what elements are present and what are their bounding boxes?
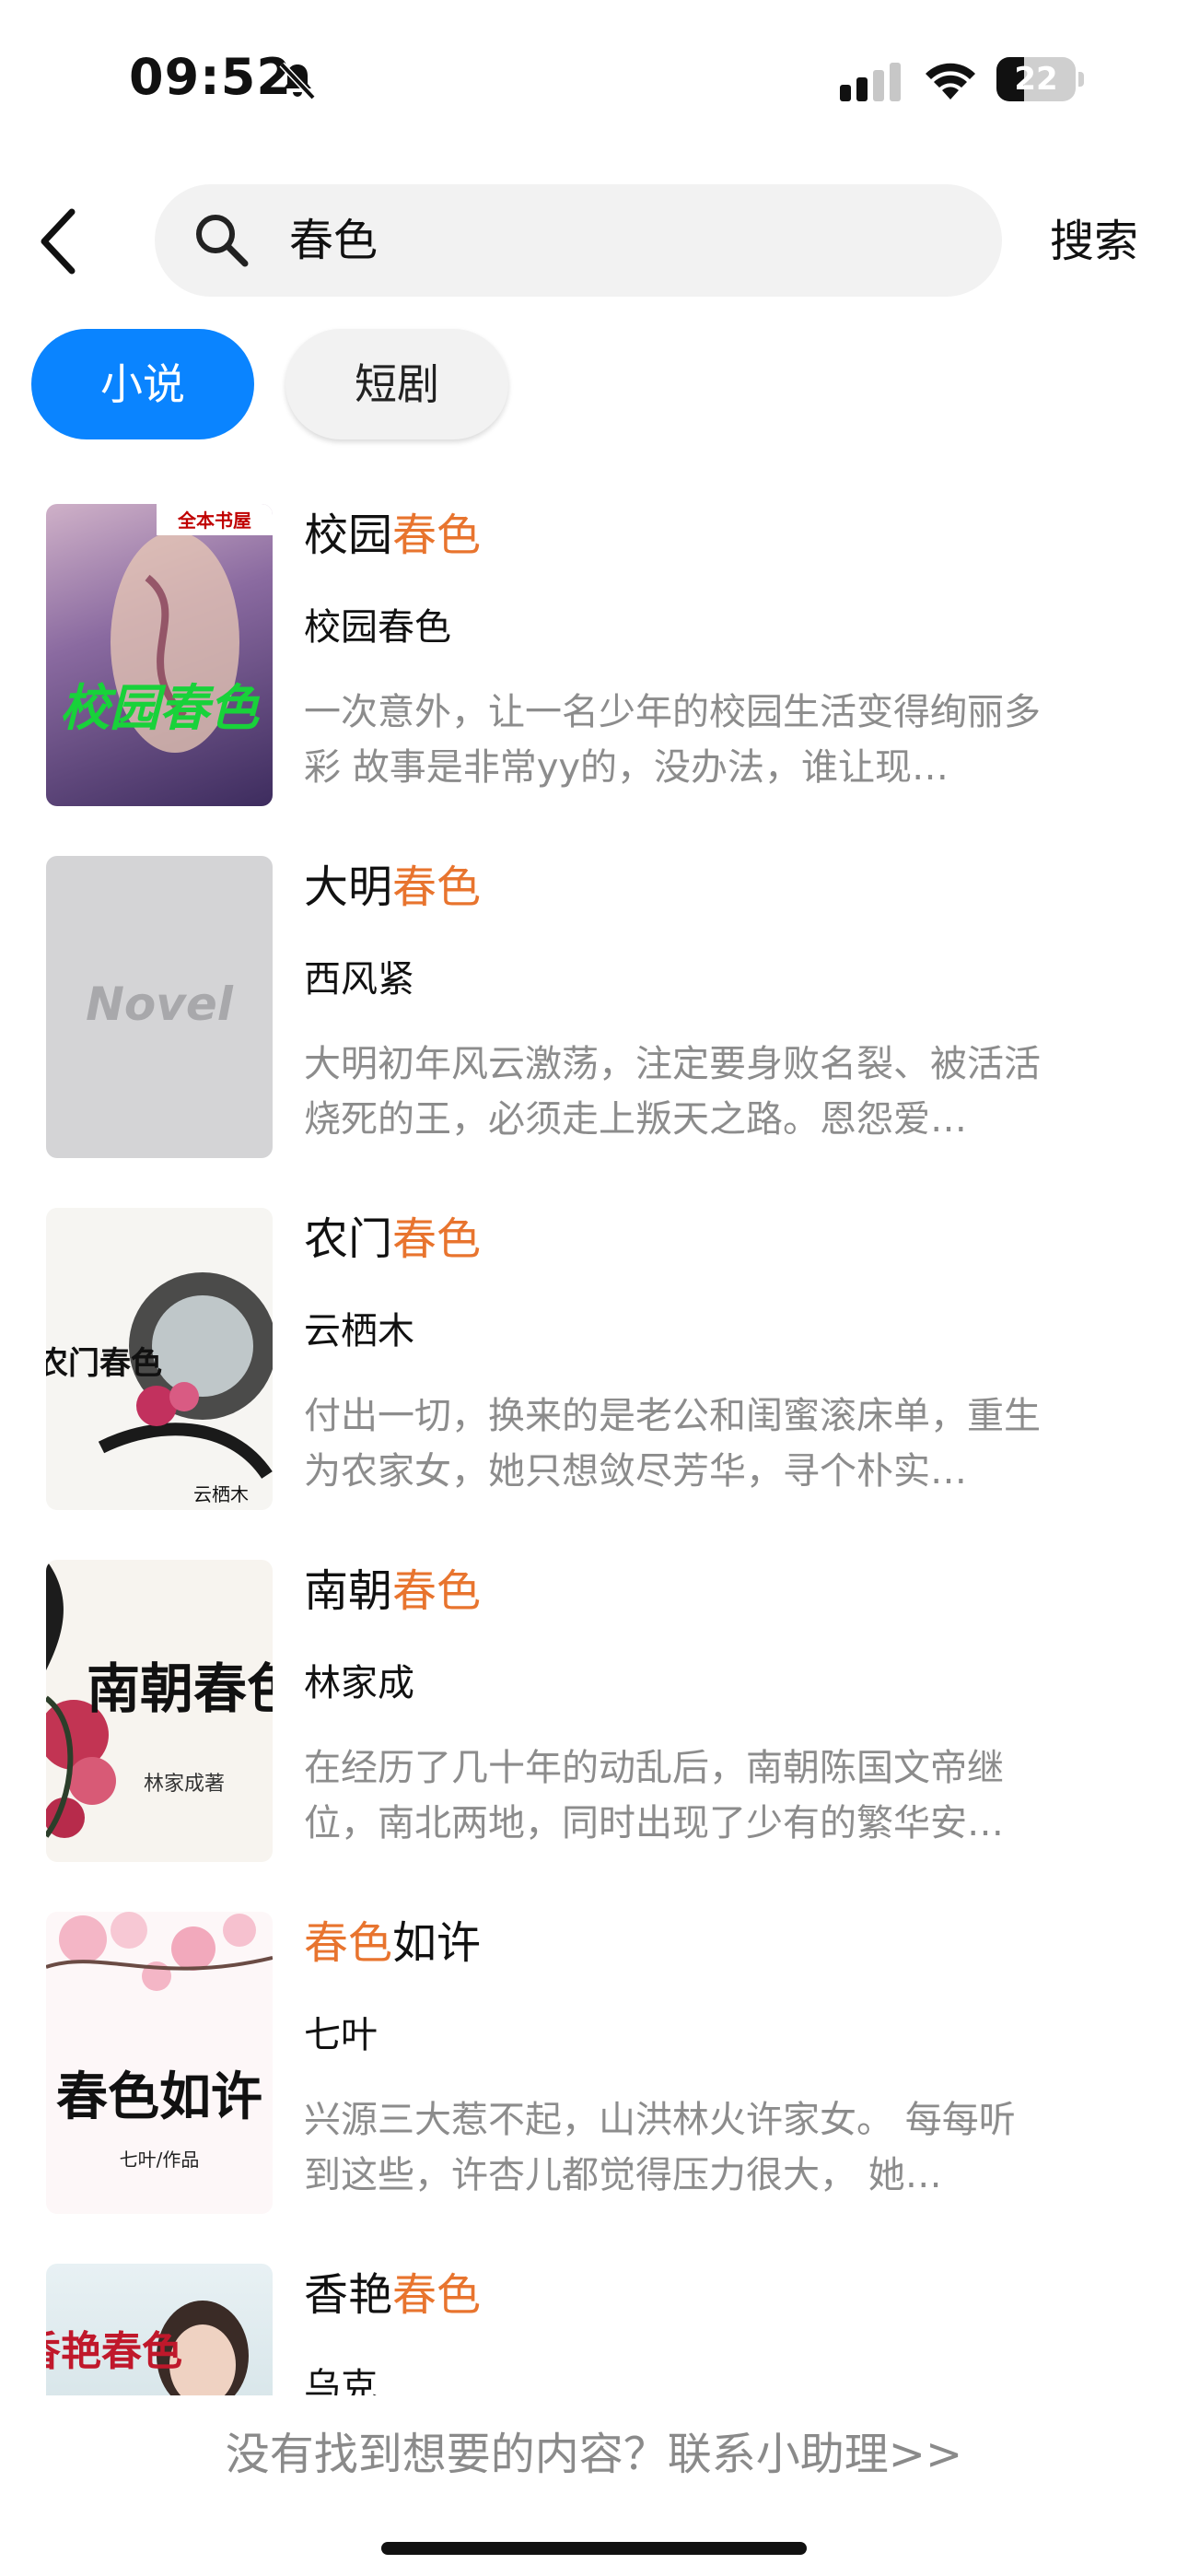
result-item[interactable]: 春色如许 七叶/作品 春色如许 七叶 兴源三大惹不起，山洪林火许家女。 每每听到… [0,1912,1188,2216]
status-bar: 09:52 22 [0,0,1188,157]
cover-badge: 全本书屋 [177,509,251,532]
result-title[interactable]: 大明春色 [304,860,481,915]
book-cover[interactable]: 农门春色 云栖木 [46,1208,273,1510]
result-title[interactable]: 春色如许 [304,1915,481,1971]
result-item[interactable]: 农门春色 云栖木 农门春色 云栖木 付出一切，换来的是老公和闺蜜滚床单，重生为农… [0,1208,1188,1512]
search-input[interactable]: 春色 [155,184,1002,297]
cover-author: 林家成著 [144,1773,225,1796]
battery-indicator: 22 [996,57,1085,103]
wifi-icon [926,63,975,100]
result-item[interactable]: 全本书屋 校园春色 校园春色 校园春色 一次意外，让一名少年的校园生活变得绚丽多… [0,504,1188,808]
result-title[interactable]: 农门春色 [304,1212,481,1267]
book-cover[interactable]: 全本书屋 校园春色 [46,504,273,806]
result-author: 校园春色 [304,606,451,649]
result-description: 付出一切，换来的是老公和闺蜜滚床单，重生为农家女，她只想敛尽芳华，寻个朴实… [304,1395,1041,1493]
status-time: 09:52 [129,48,292,106]
bell-muted-icon [279,62,316,100]
search-button[interactable]: 搜索 [1050,205,1138,278]
back-arrow-icon[interactable] [33,205,88,278]
cover-author: 七叶/作品 [120,2149,200,2171]
book-cover-placeholder[interactable]: Novel [46,856,273,1158]
result-title[interactable]: 香艳春色 [304,2267,481,2323]
result-item[interactable]: 南朝春色 林家成著 南朝春色 林家成 在经历了几十年的动乱后，南朝陈国文帝继位，… [0,1560,1188,1864]
tab-novel[interactable]: 小说 [31,329,254,439]
result-description: 在经历了几十年的动乱后，南朝陈国文帝继位，南北两地，同时出现了少有的繁华安… [304,1747,1004,1844]
result-item[interactable]: Novel 大明春色 西风紧 大明初年风云激荡，注定要身败名裂、被活活烧死的王，… [0,856,1188,1160]
result-author: 七叶 [304,2014,378,2056]
cover-title: 南朝春色 [87,1657,273,1720]
result-title[interactable]: 南朝春色 [304,1563,481,1619]
result-description: 大明初年风云激荡，注定要身败名裂、被活活烧死的王，必须走上叛天之路。恩怨爱… [304,1043,1041,1141]
result-description: 一次意外，让一名少年的校园生活变得绚丽多彩 故事是非常yy的，没办法，谁让现… [304,691,1041,789]
result-author: 西风紧 [304,958,414,1001]
search-icon [196,215,249,267]
tab-short-drama[interactable]: 短剧 [285,329,508,439]
result-author: 云栖木 [304,1310,414,1352]
book-cover[interactable]: 南朝春色 林家成著 [46,1560,273,1862]
cover-title: 校园春色 [60,679,261,737]
result-author: 林家成 [304,1662,414,1704]
home-indicator[interactable] [381,2542,807,2555]
cover-title: 春色如许 [56,2067,262,2127]
result-title[interactable]: 校园春色 [304,508,481,563]
cover-placeholder-text: Novel [86,978,234,1031]
cover-title: 农门春色 [46,1345,162,1382]
book-cover[interactable]: 春色如许 七叶/作品 [46,1912,273,2214]
result-description: 兴源三大惹不起，山洪林火许家女。 每每听到这些，许杏儿都觉得压力很大， 她… [304,2099,1016,2196]
contact-assistant-link[interactable]: 没有找到想要的内容？联系小助理>> [0,2418,1188,2482]
cover-author: 云栖木 [193,1483,249,1505]
cover-title: 香艳春色 [46,2328,182,2375]
search-query[interactable]: 春色 [289,184,378,297]
battery-level: 22 [1014,61,1058,98]
cellular-signal-icon [840,63,901,101]
